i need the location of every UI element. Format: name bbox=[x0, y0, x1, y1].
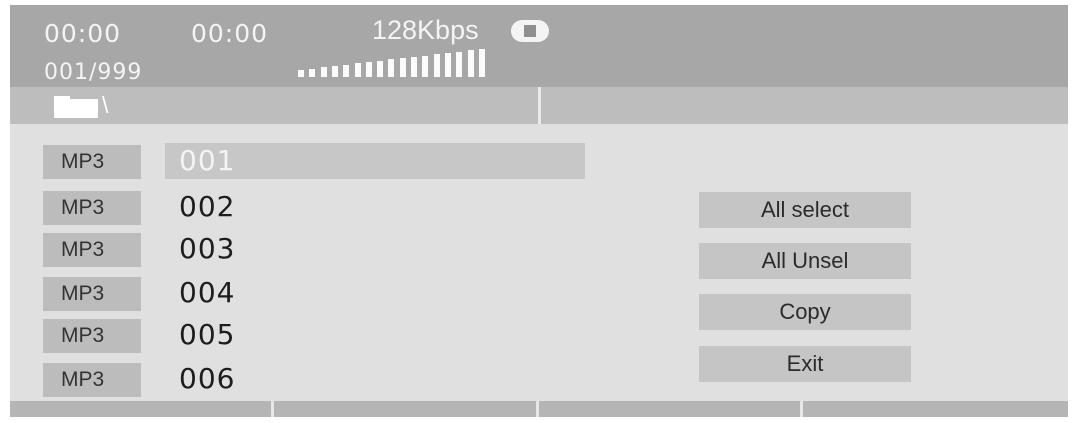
file-name: 006 bbox=[179, 362, 236, 395]
exit-button[interactable]: Exit bbox=[699, 346, 911, 382]
level-meter-bar bbox=[456, 52, 463, 77]
level-meter-bar bbox=[388, 59, 395, 77]
file-type-badge: MP3 bbox=[43, 319, 141, 353]
file-type-badge: MP3 bbox=[43, 145, 141, 179]
all-select-button[interactable]: All select bbox=[699, 192, 911, 228]
elapsed-time: 00:00 bbox=[44, 19, 122, 48]
copy-button[interactable]: Copy bbox=[699, 294, 911, 330]
file-name: 005 bbox=[179, 318, 236, 351]
file-name: 004 bbox=[179, 276, 236, 309]
level-meter-bar bbox=[433, 54, 440, 77]
file-type-badge: MP3 bbox=[43, 363, 141, 397]
total-time: 00:00 bbox=[191, 19, 269, 48]
level-meter-bar bbox=[422, 56, 429, 77]
level-meter-bar bbox=[444, 53, 451, 77]
folder-icon bbox=[54, 96, 98, 118]
path-bar-divider bbox=[538, 87, 541, 124]
all-unselect-button[interactable]: All Unsel bbox=[699, 243, 911, 279]
file-name: 002 bbox=[179, 190, 236, 223]
bottom-bar-divider bbox=[271, 401, 274, 417]
level-meter-bar bbox=[377, 61, 384, 77]
file-row[interactable]: MP3 004 bbox=[10, 273, 610, 311]
file-row[interactable]: MP3 001 bbox=[10, 141, 610, 179]
level-meter-bar bbox=[478, 49, 485, 77]
level-meter-bar bbox=[354, 63, 361, 77]
level-meter-bar bbox=[365, 62, 372, 77]
player-screen: 00:00 00:00 128Kbps 001/999 \ MP3 001 MP3 0… bbox=[10, 5, 1068, 417]
stop-icon bbox=[511, 20, 549, 42]
bottom-bar-divider bbox=[536, 401, 539, 417]
level-meter-bar bbox=[320, 67, 327, 77]
level-meter-bar bbox=[309, 69, 316, 77]
file-row[interactable]: MP3 005 bbox=[10, 315, 610, 353]
file-row[interactable]: MP3 002 bbox=[10, 187, 610, 225]
file-type-badge: MP3 bbox=[43, 191, 141, 225]
file-name: 003 bbox=[179, 232, 236, 265]
track-counter: 001/999 bbox=[44, 60, 143, 85]
level-meter-bar bbox=[399, 58, 406, 77]
file-row[interactable]: MP3 003 bbox=[10, 229, 610, 267]
level-meter-bar bbox=[411, 57, 417, 77]
path-bar: \ bbox=[10, 87, 1068, 124]
file-type-badge: MP3 bbox=[43, 233, 141, 267]
level-meter-bar bbox=[298, 70, 304, 77]
status-bar: 00:00 00:00 128Kbps 001/999 bbox=[10, 5, 1068, 87]
file-name: 001 bbox=[165, 143, 585, 179]
file-row[interactable]: MP3 006 bbox=[10, 359, 610, 397]
level-meter bbox=[298, 49, 498, 77]
current-path: \ bbox=[102, 92, 109, 118]
file-type-badge: MP3 bbox=[43, 277, 141, 311]
level-meter-bar bbox=[467, 50, 474, 77]
bottom-bar-divider bbox=[800, 401, 803, 417]
bottom-bar bbox=[10, 401, 1068, 417]
bitrate-label: 128Kbps bbox=[372, 15, 479, 45]
level-meter-bar bbox=[331, 66, 338, 77]
level-meter-bar bbox=[343, 65, 350, 77]
